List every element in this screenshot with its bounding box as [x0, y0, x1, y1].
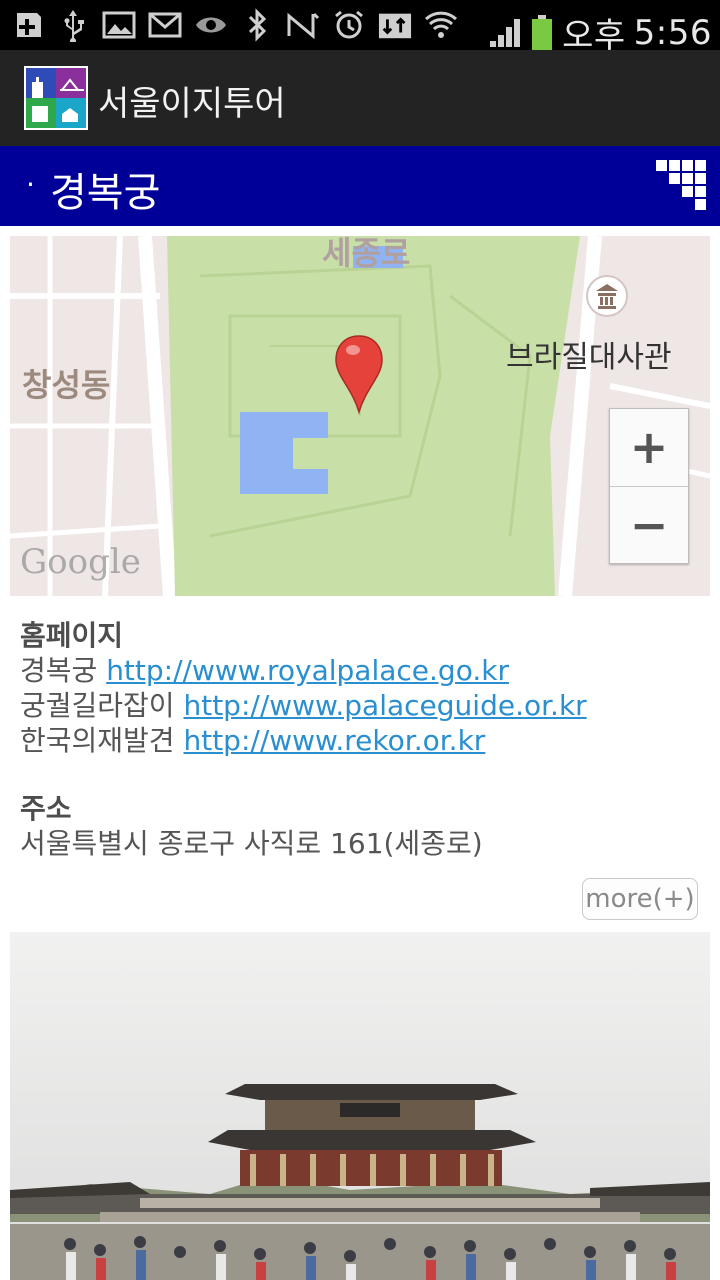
app-logo-icon[interactable]	[24, 66, 88, 130]
mail-icon	[148, 8, 182, 42]
link-row: 한국의재발견 http://www.rekor.or.kr	[20, 723, 700, 758]
page-header: · 경복궁	[0, 146, 720, 226]
status-icons	[10, 8, 458, 42]
status-bar: 오후 5:56	[0, 0, 720, 56]
nfc-icon	[286, 8, 320, 42]
app-title: 서울이지투어	[98, 84, 286, 124]
link-row: 궁궐길라잡이 http://www.palaceguide.or.kr	[20, 688, 700, 723]
status-time: 5:56	[633, 12, 712, 53]
usb-icon	[56, 8, 90, 42]
address-label: 주소	[20, 792, 72, 825]
google-logo: Google	[20, 542, 141, 582]
image-icon	[102, 8, 136, 42]
homepage-link[interactable]: http://www.royalpalace.go.kr	[106, 654, 509, 687]
homepage-label: 홈페이지	[20, 619, 124, 652]
grid-menu-icon	[656, 160, 706, 210]
data-icon	[378, 8, 412, 42]
add-icon	[10, 8, 44, 42]
map-label-top: 세종로	[322, 236, 411, 272]
zoom-out-button[interactable]: −	[610, 487, 688, 563]
alarm-icon	[332, 8, 366, 42]
title-bullet: ·	[26, 168, 35, 201]
homepage-link[interactable]: http://www.rekor.or.kr	[183, 724, 485, 757]
map-zoom-controls: + −	[609, 408, 689, 564]
address-value: 서울특별시 종로구 사직로 161(세종로)	[20, 827, 483, 860]
link-name: 경복궁	[20, 654, 98, 687]
wifi-icon	[424, 8, 458, 42]
map-view[interactable]: 세종로 창성동 브라질대사관 Google	[10, 236, 710, 596]
info-section: 홈페이지 경복궁 http://www.royalpalace.go.kr 궁궐…	[20, 618, 700, 861]
signal-icon	[488, 16, 522, 50]
homepage-link[interactable]: http://www.palaceguide.or.kr	[183, 689, 586, 722]
link-name: 궁궐길라잡이	[20, 689, 175, 722]
more-button[interactable]: more(+)	[582, 878, 698, 920]
bluetooth-icon	[240, 8, 274, 42]
action-bar: 서울이지투어	[0, 50, 720, 146]
link-row: 경복궁 http://www.royalpalace.go.kr	[20, 653, 700, 688]
grid-menu-button[interactable]	[656, 160, 706, 210]
link-name: 한국의재발견	[20, 724, 175, 757]
map-label-left: 창성동	[22, 366, 111, 404]
palace-photo	[10, 932, 710, 1280]
page-title: 경복궁	[50, 170, 161, 216]
map-label-embassy: 브라질대사관	[506, 340, 672, 375]
battery-icon	[530, 14, 554, 50]
zoom-in-button[interactable]: +	[610, 409, 688, 485]
eye-icon	[194, 8, 228, 42]
